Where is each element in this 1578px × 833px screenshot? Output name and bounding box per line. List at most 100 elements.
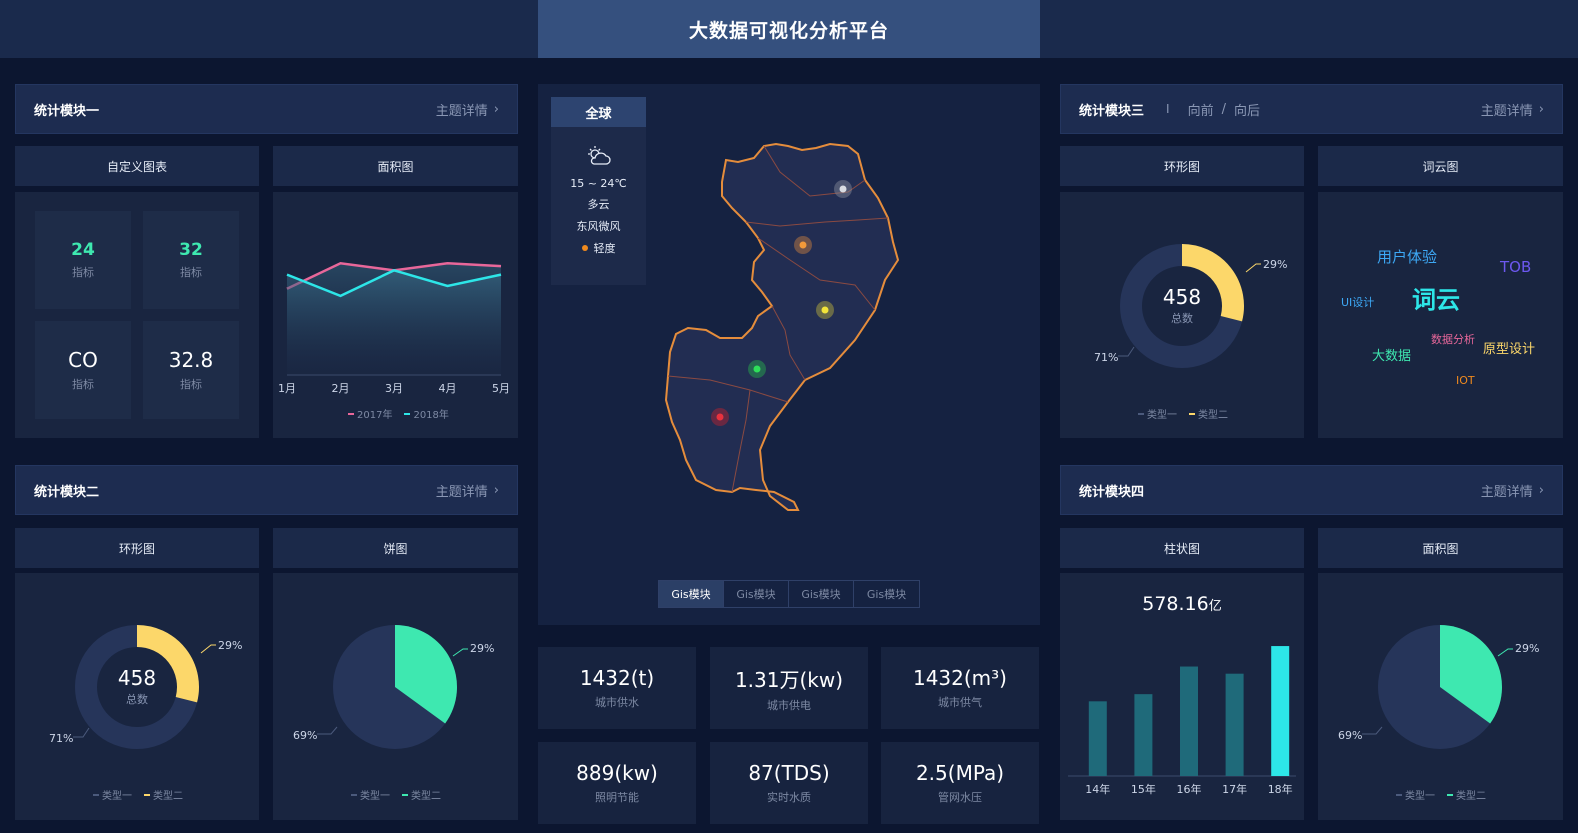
bar (1225, 673, 1244, 776)
tab-global[interactable]: 全球 (551, 97, 646, 127)
custom-chart-card: 24 指标 32 指标 CO 指标 32.8 指标 (15, 192, 259, 438)
area-chart-1-card: 1月 2月 3月 4月 5月 2017年 2018年 (273, 192, 518, 438)
module2-title: 统计模块二 (34, 484, 100, 500)
bar-chart-title: 柱状图 (1060, 528, 1304, 568)
custom-chart-title: 自定义图表 (15, 146, 259, 186)
area-chart-2-card: 29% 69% 类型一 类型二 (1318, 573, 1563, 820)
map-marker[interactable] (821, 306, 829, 314)
word-cloud-word[interactable]: 大数据 (1372, 345, 1411, 364)
tab-gis-4[interactable]: Gis模块 (854, 581, 919, 607)
stat-lighting[interactable]: 889(kw) 照明节能 (538, 742, 696, 824)
module4-title: 统计模块四 (1079, 484, 1145, 500)
app-title: 大数据可视化分析平台 (538, 0, 1040, 58)
stat-water-supply[interactable]: 1432(t) 城市供水 (538, 647, 696, 729)
ring-chart-2-card: 458 总数 29% 71% 类型一 类型二 (1060, 192, 1304, 438)
ring-center-label: 总数 (1171, 311, 1193, 325)
ring-chart-1-legend: 类型一 类型二 (93, 787, 183, 802)
metric-tile[interactable]: 32.8 指标 (143, 321, 239, 419)
pie-chart-1-card: 29% 69% 类型一 类型二 (273, 573, 518, 820)
pie-chart-1-legend: 类型一 类型二 (351, 787, 441, 802)
map-marker[interactable] (716, 413, 724, 421)
bar-chart-total: 578.16亿 (1142, 593, 1222, 615)
bar (1134, 694, 1153, 776)
module4-detail-link[interactable]: 主题详情 › (1481, 481, 1544, 500)
word-cloud-word[interactable]: UI设计 (1341, 294, 1374, 310)
metric-tile[interactable]: CO 指标 (35, 321, 131, 419)
chevron-right-icon: › (493, 482, 499, 498)
x-tick-label: 17年 (1222, 782, 1247, 796)
partly-cloudy-icon (551, 145, 646, 171)
gis-tabs: Gis模块 Gis模块 Gis模块 Gis模块 (658, 580, 920, 608)
module4-header: 统计模块四 主题详情 › (1060, 465, 1563, 515)
nav-next-link[interactable]: 向后 (1234, 100, 1260, 119)
module3-detail-link[interactable]: 主题详情 › (1481, 100, 1544, 119)
stat-power-supply[interactable]: 1.31万(kw) 城市供电 (710, 647, 868, 729)
map-marker[interactable] (753, 365, 761, 373)
pie-chart-1-title: 饼图 (273, 528, 518, 568)
metric-tile[interactable]: 24 指标 (35, 211, 131, 309)
weather-widget: 全球 15 ~ 24℃ 多云 东风微风 轻度 (551, 97, 646, 285)
ring-chart-2-legend: 类型一 类型二 (1138, 406, 1228, 421)
word-cloud-word[interactable]: 原型设计 (1483, 338, 1535, 357)
module2-header: 统计模块二 主题详情 › (15, 465, 518, 515)
word-cloud-word[interactable]: 数据分析 (1431, 331, 1475, 347)
area-chart-1: 1月 2月 3月 4月 5月 (278, 261, 510, 395)
x-tick-label: 16年 (1177, 782, 1202, 796)
x-tick-label: 4月 (439, 382, 457, 395)
ring-center-label: 总数 (126, 692, 148, 706)
word-cloud-word[interactable]: IOT (1456, 374, 1475, 387)
x-tick-label: 2月 (332, 382, 350, 395)
ring-chart-2: 458 总数 29% 71% (1094, 244, 1287, 368)
ring-pct-a: 29% (1263, 258, 1287, 271)
ring-chart-1-card: 458 总数 29% 71% 类型一 类型二 (15, 573, 259, 820)
area-chart-2-title: 面积图 (1318, 528, 1563, 568)
tab-gis-1[interactable]: Gis模块 (659, 581, 724, 607)
x-tick-label: 1月 (278, 382, 296, 395)
module1-title: 统计模块一 (34, 103, 100, 119)
x-tick-label: 18年 (1268, 782, 1293, 796)
chevron-right-icon: › (1538, 101, 1544, 117)
nav-prev-link[interactable]: 向前 (1188, 100, 1214, 119)
region-map[interactable] (660, 140, 920, 520)
area-chart-1-legend: 2017年 2018年 (348, 406, 449, 421)
pie-chart-1: 29% 69% (293, 625, 494, 749)
map-marker[interactable] (799, 241, 807, 249)
ring-pct-a: 29% (218, 639, 242, 652)
bar-chart-card: 578.16亿 14年 15年 16年 17年 18年 (1060, 573, 1304, 820)
area-chart-2-legend: 类型一 类型二 (1396, 787, 1486, 802)
stat-gas-supply[interactable]: 1432(m³) 城市供气 (881, 647, 1039, 729)
pie-pct-a: 29% (470, 642, 494, 655)
tab-gis-2[interactable]: Gis模块 (724, 581, 789, 607)
word-cloud-word[interactable]: 用户体验 (1377, 246, 1437, 267)
word-cloud-card: 用户体验 TOB UI设计 词云 数据分析 原型设计 大数据 IOT (1318, 192, 1563, 438)
x-tick-label: 14年 (1085, 782, 1110, 796)
chevron-right-icon: › (493, 101, 499, 117)
area-chart-2-pie: 29% 69% (1338, 625, 1539, 749)
chevron-right-icon: › (1538, 482, 1544, 498)
map-marker[interactable] (839, 185, 847, 193)
ring-chart-1: 458 总数 29% 71% (49, 625, 242, 749)
bar (1180, 666, 1198, 776)
weather-condition: 多云 (587, 198, 610, 211)
pie-pct-b: 69% (1338, 729, 1362, 742)
weather-wind: 东风微风 (576, 220, 621, 233)
x-tick-label: 3月 (385, 382, 403, 395)
word-cloud-word[interactable]: TOB (1500, 258, 1531, 276)
x-tick-label: 15年 (1131, 782, 1156, 796)
area-chart-1-title: 面积图 (273, 146, 518, 186)
air-quality: 轻度 (551, 240, 646, 256)
bar (1271, 646, 1290, 776)
tab-gis-3[interactable]: Gis模块 (789, 581, 854, 607)
ring-center-value: 458 (118, 666, 156, 690)
stat-water-quality[interactable]: 87(TDS) 实时水质 (710, 742, 868, 824)
module1-detail-link[interactable]: 主题详情 › (436, 100, 499, 119)
pie-pct-a: 29% (1515, 642, 1539, 655)
module2-detail-link[interactable]: 主题详情 › (436, 481, 499, 500)
ring-center-value: 458 (1163, 285, 1201, 309)
x-tick-label: 5月 (492, 382, 510, 395)
stat-pipe-pressure[interactable]: 2.5(MPa) 管网水压 (881, 742, 1039, 824)
ring-chart-2-title: 环形图 (1060, 146, 1304, 186)
word-cloud-word[interactable]: 词云 (1412, 280, 1460, 315)
module3-title: 统计模块三 (1079, 103, 1145, 119)
metric-tile[interactable]: 32 指标 (143, 211, 239, 309)
